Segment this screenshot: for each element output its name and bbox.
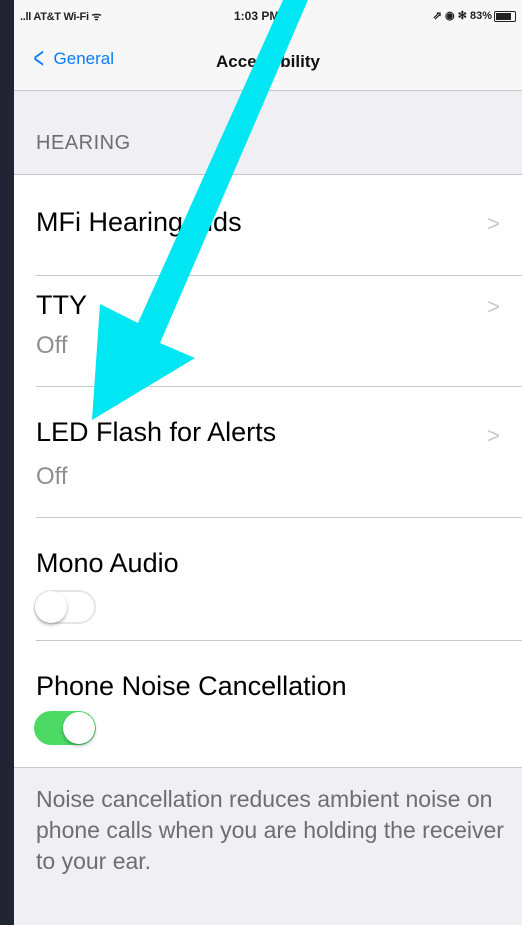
annotation-arrow-shape [92,0,308,420]
annotation-arrow [92,0,308,420]
